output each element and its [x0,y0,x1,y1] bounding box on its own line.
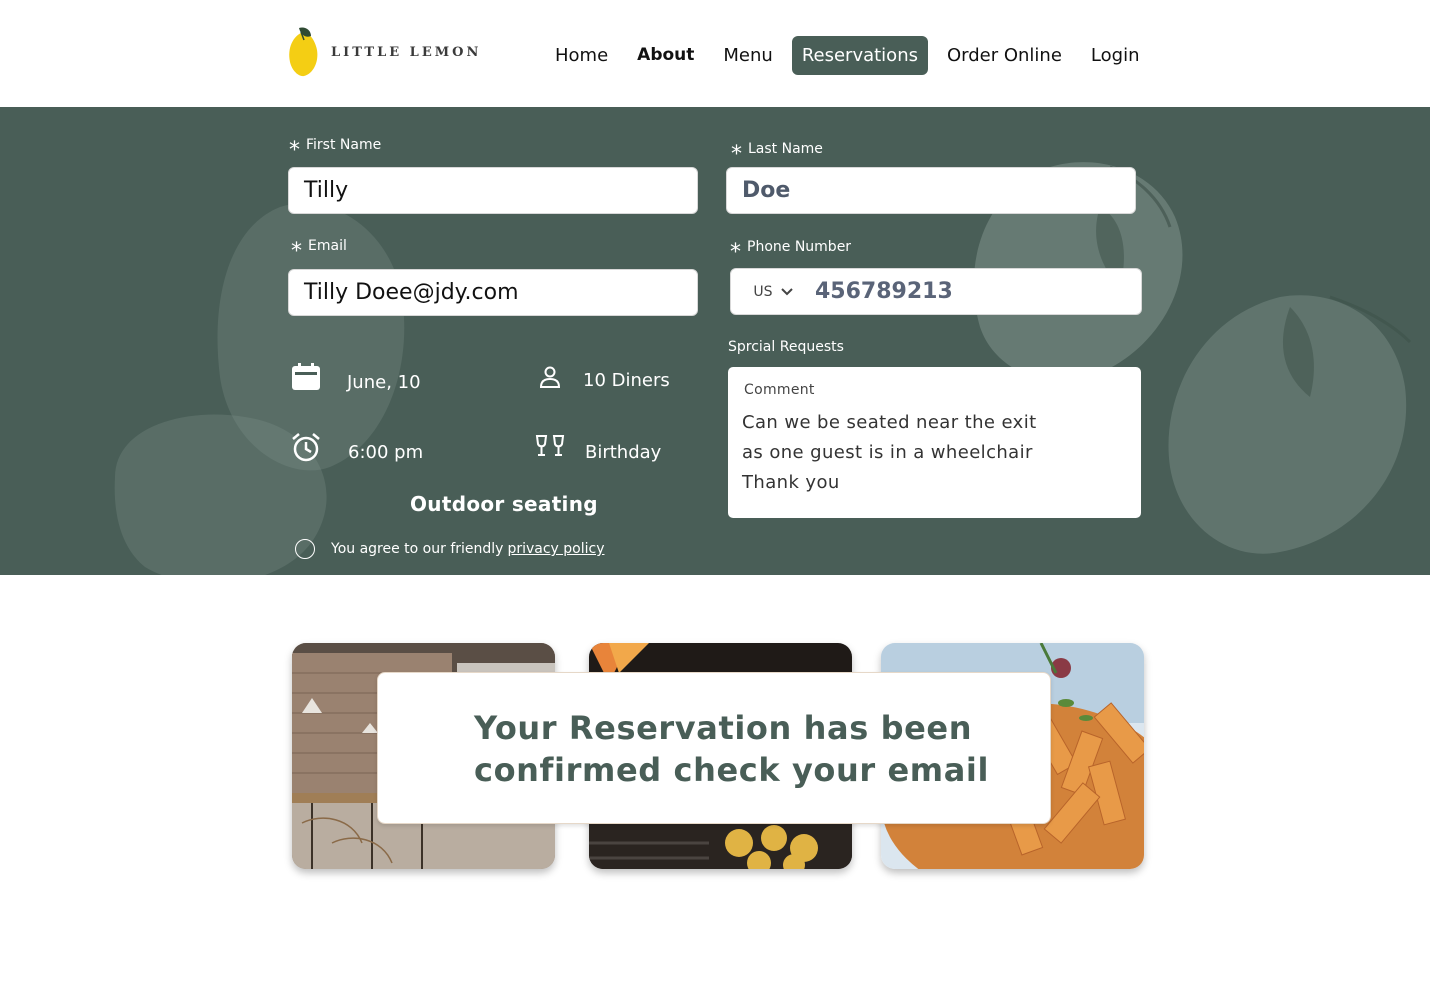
phone-number-field[interactable]: 456789213 [815,279,953,304]
privacy-policy-link[interactable]: privacy policy [507,541,604,557]
occasion-picker[interactable]: Birthday [534,430,661,463]
required-marker: * [731,142,742,167]
nav-menu[interactable]: Menu [713,36,782,75]
time-picker[interactable]: 6:00 pm [290,430,423,463]
person-icon [534,361,566,393]
nav-home[interactable]: Home [545,36,618,75]
cheers-glasses-icon [534,431,566,463]
phone-label-text: Phone Number [747,239,852,255]
email-input[interactable]: Tilly Doee@jdy.com [288,269,698,316]
background-lemon-icon [1168,295,1412,554]
time-value: 6:00 pm [348,442,424,463]
logo[interactable]: LITTLE LEMON [287,26,481,78]
main-nav: Home About Menu Reservations Order Onlin… [545,36,1158,75]
occasion-value: Birthday [585,442,662,463]
special-requests-textarea[interactable]: Comment Can we be seated near the exit a… [728,367,1141,518]
logo-text: LITTLE LEMON [331,44,482,60]
first-name-input[interactable]: Tilly [288,167,698,214]
nav-login[interactable]: Login [1081,36,1150,75]
confirmation-message: Your Reservation has been confirmed chec… [474,709,990,789]
phone-label: * Phone Number [730,239,852,265]
seating-option[interactable]: Outdoor seating [410,492,598,516]
email-label-text: Email [308,238,347,254]
first-name-label-text: First Name [306,137,382,153]
email-label: * Email [291,238,347,264]
date-value: June, 10 [347,371,421,393]
calendar-icon [290,361,322,393]
site-header: LITTLE LEMON Home About Menu Reservation… [0,0,1430,107]
diners-value: 10 Diners [583,369,670,391]
comment-label: Comment [744,382,815,398]
first-name-label: * First Name [289,137,382,163]
phone-input-group: US 456789213 [730,268,1142,315]
last-name-input[interactable]: Doe [726,167,1136,214]
special-requests-label: Sprcial Requests [728,339,844,355]
privacy-agreement: You agree to our friendly privacy policy [295,539,605,559]
required-marker: * [730,240,741,265]
required-marker: * [291,239,302,264]
nav-order-online[interactable]: Order Online [937,36,1072,75]
special-requests-label-text: Sprcial Requests [728,339,844,355]
lemon-logo-icon [289,27,318,77]
confirmation-dialog: Your Reservation has been confirmed chec… [377,672,1051,824]
alarm-clock-icon [290,431,322,463]
diners-picker[interactable]: 10 Diners [534,361,670,393]
required-marker: * [289,138,300,163]
country-code-value: US [753,283,773,300]
nav-about[interactable]: About [627,36,704,75]
last-name-label: * Last Name [731,141,823,167]
nav-reservations[interactable]: Reservations [791,36,928,75]
reservation-form-section: * First Name Tilly * Last Name Doe * Ema… [0,107,1430,575]
date-picker[interactable]: June, 10 [290,361,421,393]
chevron-down-icon [780,284,793,300]
agree-radio[interactable] [295,539,315,559]
comment-text: Can we be seated near the exit as one gu… [742,412,1037,493]
agree-text: You agree to our friendly [331,541,504,557]
last-name-label-text: Last Name [748,141,823,157]
country-code-select[interactable]: US [731,284,815,300]
